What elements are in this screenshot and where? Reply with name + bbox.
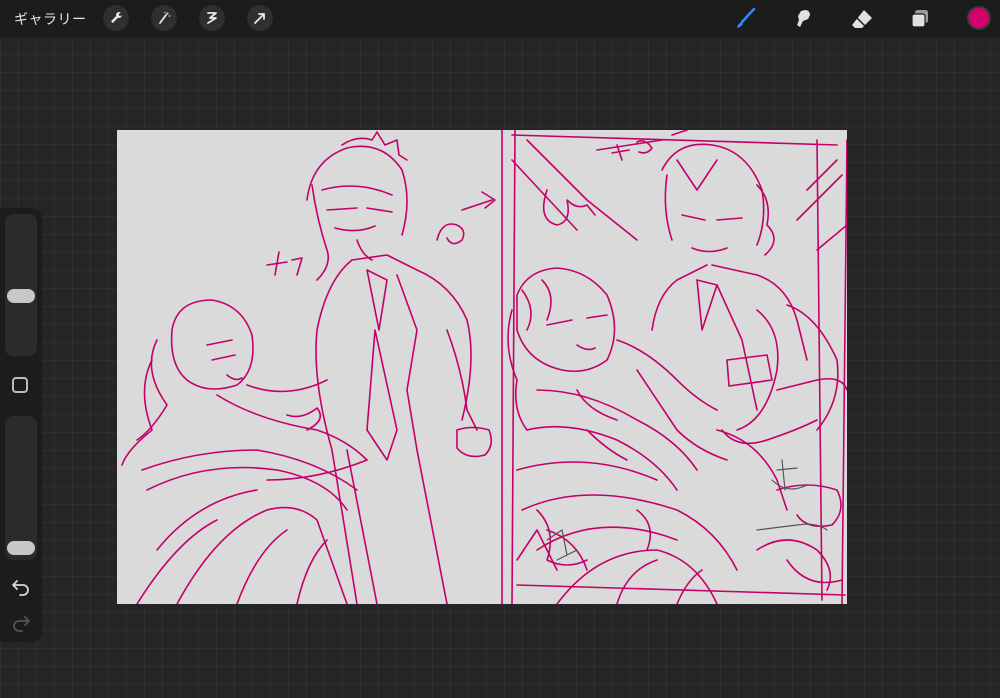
top-toolbar: ギャラリー	[0, 0, 1000, 37]
adjustments-button[interactable]	[151, 5, 177, 31]
layers-button[interactable]	[906, 5, 934, 33]
actions-button[interactable]	[103, 5, 129, 31]
sketch-artwork	[121, 130, 847, 604]
brush-opacity-thumb[interactable]	[7, 541, 35, 555]
eraser-tool-button[interactable]	[848, 5, 876, 33]
left-sidebar	[0, 208, 42, 642]
layers-icon	[911, 10, 928, 28]
modify-square-icon[interactable]	[12, 377, 28, 393]
brush-tool-button[interactable]	[731, 5, 759, 33]
selection-icon	[207, 12, 217, 24]
gallery-button[interactable]: ギャラリー	[14, 9, 87, 29]
smudge-icon	[797, 10, 810, 27]
eraser-icon	[852, 10, 872, 28]
color-picker-button[interactable]	[967, 6, 991, 30]
transform-arrow-icon	[254, 13, 265, 24]
brush-opacity-slider[interactable]	[5, 416, 37, 560]
transform-button[interactable]	[247, 5, 273, 31]
smudge-tool-button[interactable]	[789, 5, 817, 33]
brush-size-slider[interactable]	[5, 214, 37, 356]
brush-icon	[737, 7, 756, 28]
undo-icon[interactable]	[11, 576, 31, 596]
selection-button[interactable]	[199, 5, 225, 31]
wrench-icon	[111, 12, 122, 23]
redo-icon[interactable]	[11, 612, 31, 632]
drawing-canvas[interactable]	[117, 130, 847, 604]
brush-size-thumb[interactable]	[7, 289, 35, 303]
magic-wand-icon	[159, 11, 171, 24]
